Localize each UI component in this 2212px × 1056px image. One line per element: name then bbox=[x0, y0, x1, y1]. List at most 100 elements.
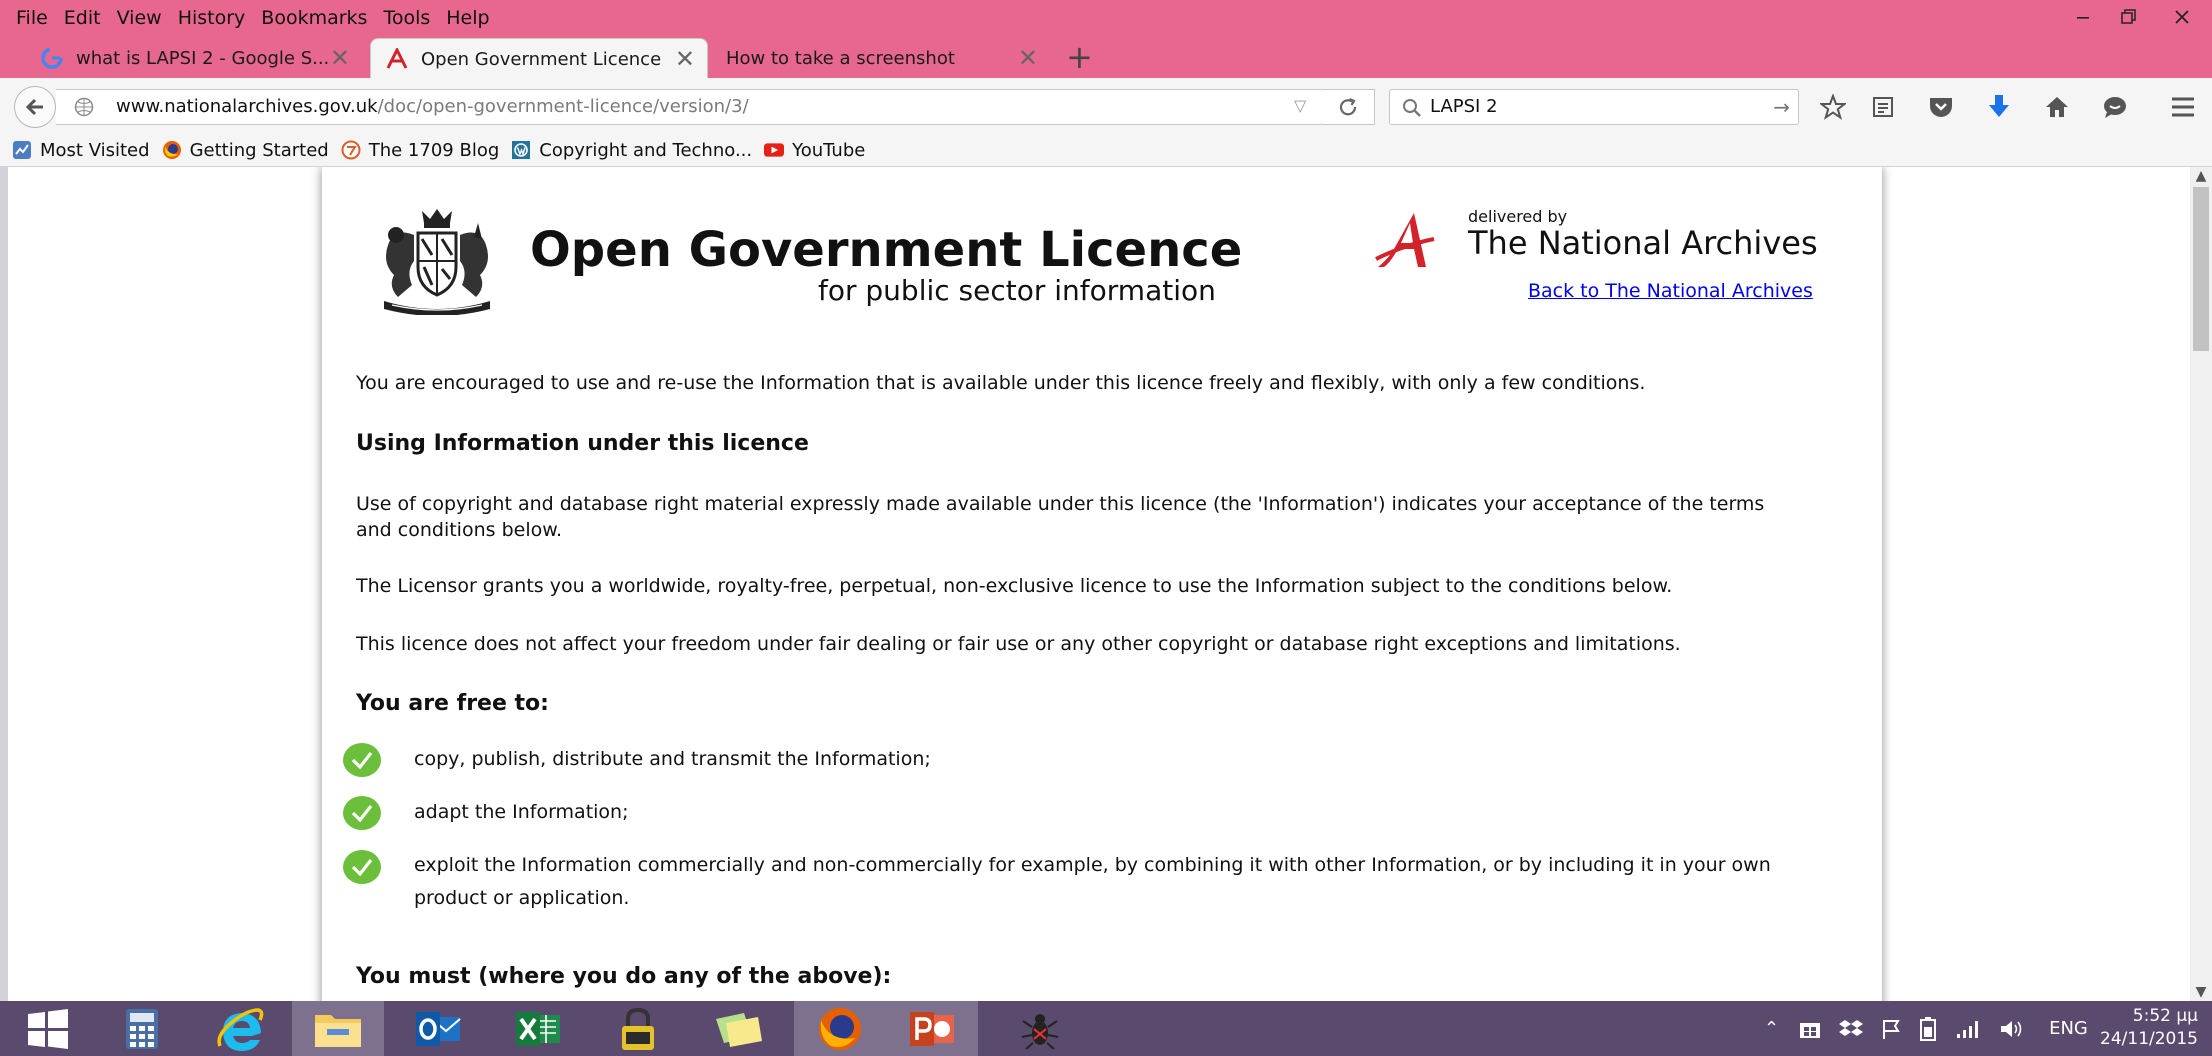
taskbar-keepass[interactable] bbox=[592, 1001, 684, 1056]
tab-open-government-licence[interactable]: Open Government Licence ✕ bbox=[370, 38, 708, 79]
back-to-national-archives-link[interactable]: Back to The National Archives bbox=[1528, 280, 1813, 302]
padlock-icon bbox=[622, 1007, 654, 1050]
tab-label: How to take a screenshot bbox=[726, 47, 955, 69]
taskbar-powerpoint[interactable] bbox=[886, 1001, 978, 1056]
close-icon bbox=[2175, 10, 2189, 24]
star-icon bbox=[1820, 94, 1846, 120]
tab-how-to-screenshot[interactable]: How to take a screenshot ✕ bbox=[714, 38, 1050, 78]
heading-you-must: You must (where you do any of the above)… bbox=[356, 964, 892, 989]
menu-bookmarks[interactable]: Bookmarks bbox=[253, 3, 375, 33]
windows-taskbar: ⌃ ENG 5:52 μμ 24/11/2015 bbox=[0, 1001, 2212, 1056]
windows-store-icon[interactable] bbox=[1799, 1019, 1821, 1039]
show-hidden-icons-icon[interactable]: ⌃ bbox=[1764, 1018, 1779, 1039]
taskbar-outlook[interactable] bbox=[392, 1001, 484, 1056]
start-button[interactable] bbox=[0, 1001, 96, 1056]
reading-list-button[interactable] bbox=[1868, 92, 1898, 122]
outlook-icon bbox=[416, 1011, 461, 1046]
scroll-up-arrow-icon[interactable]: ▲ bbox=[2190, 167, 2212, 185]
national-archives-icon bbox=[385, 47, 409, 71]
bookmark-label: Copyright and Techno... bbox=[539, 139, 753, 161]
menu-view[interactable]: View bbox=[109, 3, 170, 33]
clock-date: 24/11/2015 bbox=[2100, 1029, 2198, 1049]
bookmark-most-visited[interactable]: Most Visited bbox=[12, 140, 150, 161]
tab-label: Open Government Licence bbox=[421, 48, 662, 70]
pocket-button[interactable] bbox=[1926, 92, 1956, 122]
taskbar-snipping-tool[interactable] bbox=[994, 1001, 1086, 1056]
input-language[interactable]: ENG bbox=[2049, 1018, 2088, 1039]
menu-help[interactable]: Help bbox=[438, 3, 497, 33]
bookmark-copyright-techno[interactable]: Copyright and Techno... bbox=[511, 140, 752, 161]
taskbar-internet-explorer[interactable] bbox=[194, 1001, 286, 1056]
taskbar-firefox[interactable] bbox=[794, 1001, 886, 1056]
taskbar-clock[interactable]: 5:52 μμ 24/11/2015 bbox=[2100, 1005, 2198, 1051]
grant-paragraph: The Licensor grants you a worldwide, roy… bbox=[356, 575, 1673, 597]
taskbar-file-explorer[interactable] bbox=[292, 1001, 384, 1056]
home-button[interactable] bbox=[2042, 92, 2072, 122]
scroll-thumb[interactable] bbox=[2193, 187, 2209, 351]
volume-icon[interactable] bbox=[1999, 1019, 2023, 1039]
bookmark-youtube[interactable]: YouTube bbox=[764, 140, 865, 161]
tab-strip: what is LAPSI 2 - Google S... ✕ Open Gov… bbox=[0, 38, 2212, 79]
back-button[interactable] bbox=[14, 86, 56, 128]
excel-icon bbox=[516, 1011, 560, 1046]
search-bar[interactable]: LAPSI 2 → bbox=[1389, 89, 1799, 125]
system-tray: ⌃ ENG bbox=[1764, 1001, 2088, 1056]
chat-bubble-icon bbox=[2104, 97, 2126, 118]
google-icon bbox=[40, 46, 64, 70]
wordpress-icon bbox=[511, 140, 531, 160]
url-dropdown-icon[interactable]: ▽ bbox=[1294, 96, 1306, 115]
bookmark-getting-started[interactable]: Getting Started bbox=[162, 140, 329, 161]
bookmark-label: YouTube bbox=[792, 139, 866, 161]
hello-chat-button[interactable] bbox=[2100, 92, 2130, 122]
battery-icon[interactable] bbox=[1919, 1016, 1937, 1041]
restore-button[interactable] bbox=[2106, 0, 2152, 34]
green-check-icon bbox=[343, 796, 381, 830]
taskbar-calculator[interactable] bbox=[96, 1001, 188, 1056]
bookmark-1709-blog[interactable]: The 1709 Blog bbox=[341, 140, 499, 161]
affect-paragraph: This licence does not affect your freedo… bbox=[356, 633, 1681, 655]
internet-explorer-icon bbox=[217, 1007, 264, 1051]
taskbar-excel[interactable] bbox=[492, 1001, 584, 1056]
close-window-button[interactable] bbox=[2152, 0, 2212, 34]
search-input: LAPSI 2 bbox=[1430, 96, 1498, 117]
network-signal-icon[interactable] bbox=[1955, 1019, 1981, 1039]
url-bar[interactable]: www.nationalarchives.gov.uk/doc/open-gov… bbox=[56, 89, 1323, 125]
open-menu-button[interactable] bbox=[2168, 92, 2198, 122]
taskbar-sticky-notes[interactable] bbox=[692, 1001, 784, 1056]
national-archives-logo bbox=[1375, 213, 1435, 267]
menu-history[interactable]: History bbox=[170, 3, 254, 33]
window-controls bbox=[2060, 0, 2212, 34]
menu-file[interactable]: File bbox=[8, 3, 56, 33]
youtube-icon bbox=[764, 140, 785, 160]
home-icon bbox=[2046, 97, 2068, 117]
use-paragraph: Use of copyright and database right mate… bbox=[356, 493, 1765, 541]
pocket-icon bbox=[1930, 98, 1952, 117]
green-check-icon bbox=[343, 743, 381, 777]
tab-google-search[interactable]: what is LAPSI 2 - Google S... ✕ bbox=[26, 38, 362, 78]
reload-icon bbox=[1339, 97, 1357, 116]
search-icon bbox=[1403, 99, 1421, 117]
search-go-icon[interactable]: → bbox=[1773, 90, 1790, 124]
free-item-copy: copy, publish, distribute and transmit t… bbox=[414, 748, 931, 770]
heading-free-to: You are free to: bbox=[356, 691, 549, 716]
menu-edit[interactable]: Edit bbox=[56, 3, 109, 33]
clipboard-icon bbox=[1873, 97, 1893, 117]
title-bar: File Edit View History Bookmarks Tools H… bbox=[0, 0, 2212, 79]
action-center-flag-icon[interactable] bbox=[1881, 1018, 1901, 1040]
bug-icon bbox=[1021, 1013, 1059, 1050]
scroll-down-arrow-icon[interactable]: ▼ bbox=[2190, 983, 2212, 1001]
menu-tools[interactable]: Tools bbox=[375, 3, 438, 33]
close-tab-icon[interactable]: ✕ bbox=[330, 46, 350, 70]
close-tab-icon[interactable]: ✕ bbox=[675, 47, 695, 71]
dropbox-icon[interactable] bbox=[1839, 1018, 1864, 1040]
bookmark-star-button[interactable] bbox=[1818, 92, 1848, 122]
hamburger-menu-icon bbox=[2172, 97, 2194, 117]
reload-button[interactable] bbox=[1322, 89, 1375, 125]
downloads-button[interactable] bbox=[1984, 92, 2014, 122]
close-tab-icon[interactable]: ✕ bbox=[1018, 46, 1038, 70]
new-tab-icon[interactable]: + bbox=[1066, 40, 1093, 74]
intro-paragraph: You are encouraged to use and re-use the… bbox=[356, 372, 1646, 394]
windows-logo-icon bbox=[28, 1008, 68, 1049]
page-scrollbar[interactable]: ▲ ▼ bbox=[2190, 167, 2212, 1001]
minimize-button[interactable] bbox=[2060, 0, 2106, 34]
